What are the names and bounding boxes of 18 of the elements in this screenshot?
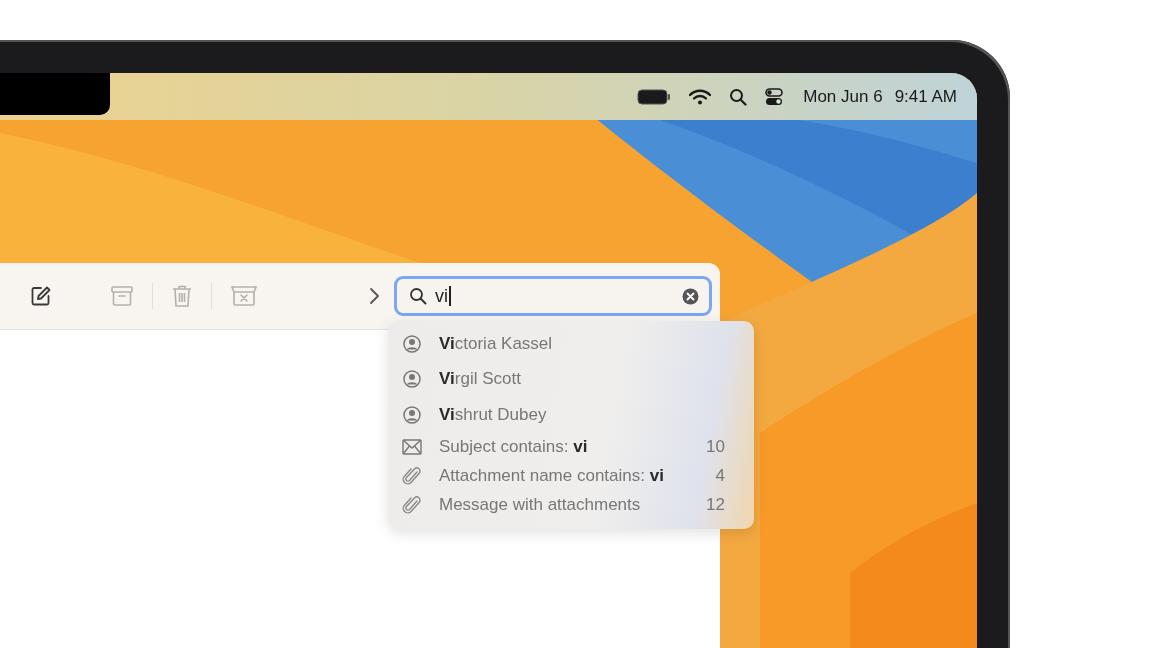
suggestion-label: Message with attachments: [439, 495, 642, 515]
suggestion-item[interactable]: Virgil Scott: [402, 361, 725, 397]
result-count: 4: [715, 466, 725, 486]
suggestion-item[interactable]: Message with attachments 12: [402, 490, 725, 520]
result-count: 10: [706, 437, 725, 457]
suggestion-item[interactable]: Subject contains: vi 10: [402, 432, 725, 462]
menu-bar-date[interactable]: Mon Jun 6: [803, 86, 883, 107]
result-count: 12: [706, 495, 725, 515]
suggestion-label: Attachment name contains: vi: [439, 466, 665, 486]
menu-bar-time[interactable]: 9:41 AM: [894, 86, 957, 107]
suggestion-item[interactable]: Victoria Kassel: [402, 326, 725, 362]
suggestion-label: Virgil Scott: [439, 369, 522, 390]
suggestion-label: Vishrut Dubey: [439, 404, 548, 425]
suggestion-item[interactable]: Attachment name contains: vi 4: [402, 461, 725, 491]
suggestion-label: Victoria Kassel: [439, 333, 554, 354]
suggestion-item[interactable]: Vishrut Dubey: [402, 397, 725, 433]
search-field[interactable]: vi: [394, 276, 712, 316]
suggestion-label: Subject contains: vi: [439, 437, 589, 457]
